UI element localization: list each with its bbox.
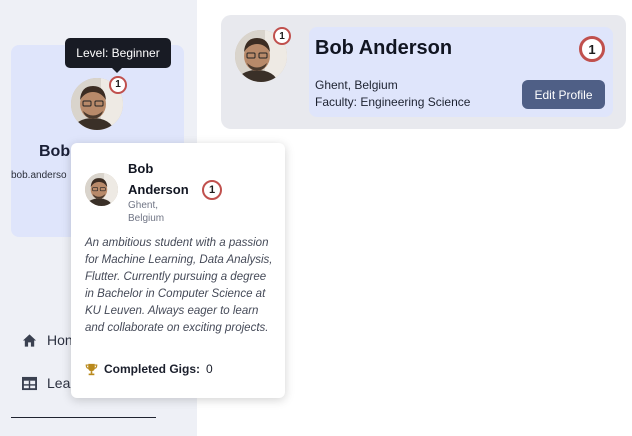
completed-gigs-label: Completed Gigs: xyxy=(104,362,201,376)
sidebar-user-email: bob.anderso xyxy=(11,170,67,181)
tooltip-text: Level: Beginner xyxy=(76,46,160,60)
sidebar-item-home[interactable]: Hon xyxy=(22,332,73,348)
avatar-photo-icon xyxy=(85,173,118,206)
popover-level-text: 1 xyxy=(208,184,216,196)
sidebar-item-leaderboard[interactable]: Lea xyxy=(22,375,70,391)
sidebar-item-label: Lea xyxy=(47,375,71,391)
home-icon xyxy=(22,333,37,347)
profile-avatar-level-text: 1 xyxy=(279,30,285,42)
popover-avatar xyxy=(85,173,118,206)
table-icon xyxy=(22,376,37,390)
popover-name: Bob Anderson xyxy=(128,161,189,197)
level-tooltip: Level: Beginner xyxy=(65,38,171,73)
profile-name: Bob Anderson xyxy=(315,37,453,59)
completed-gigs-value: 0 xyxy=(206,362,213,376)
edit-profile-button[interactable]: Edit Profile xyxy=(522,80,605,109)
sidebar-item-label: Hon xyxy=(47,332,73,348)
user-popover: Bob Anderson 1 Ghent, Belgium An ambitio… xyxy=(71,143,285,398)
popover-bio: An ambitious student with a passion for … xyxy=(85,237,273,334)
completed-gigs: Completed Gigs: 0 xyxy=(85,362,213,376)
popover-level-badge: 1 xyxy=(202,180,222,200)
profile-level-badge-text: 1 xyxy=(588,41,596,57)
popover-location: Ghent, Belgium xyxy=(128,200,165,224)
sidebar-level-badge-text: 1 xyxy=(115,79,121,90)
profile-location: Ghent, Belgium xyxy=(315,78,398,92)
profile-faculty: Faculty: Engineering Science xyxy=(315,95,471,109)
trophy-icon xyxy=(85,363,98,375)
profile-level-badge[interactable]: 1 xyxy=(579,36,605,62)
sidebar-divider xyxy=(11,417,156,418)
profile-avatar-level-badge[interactable]: 1 xyxy=(273,27,291,45)
sidebar-level-badge[interactable]: 1 xyxy=(109,76,127,94)
sidebar-user-name: Bob xyxy=(39,143,71,160)
